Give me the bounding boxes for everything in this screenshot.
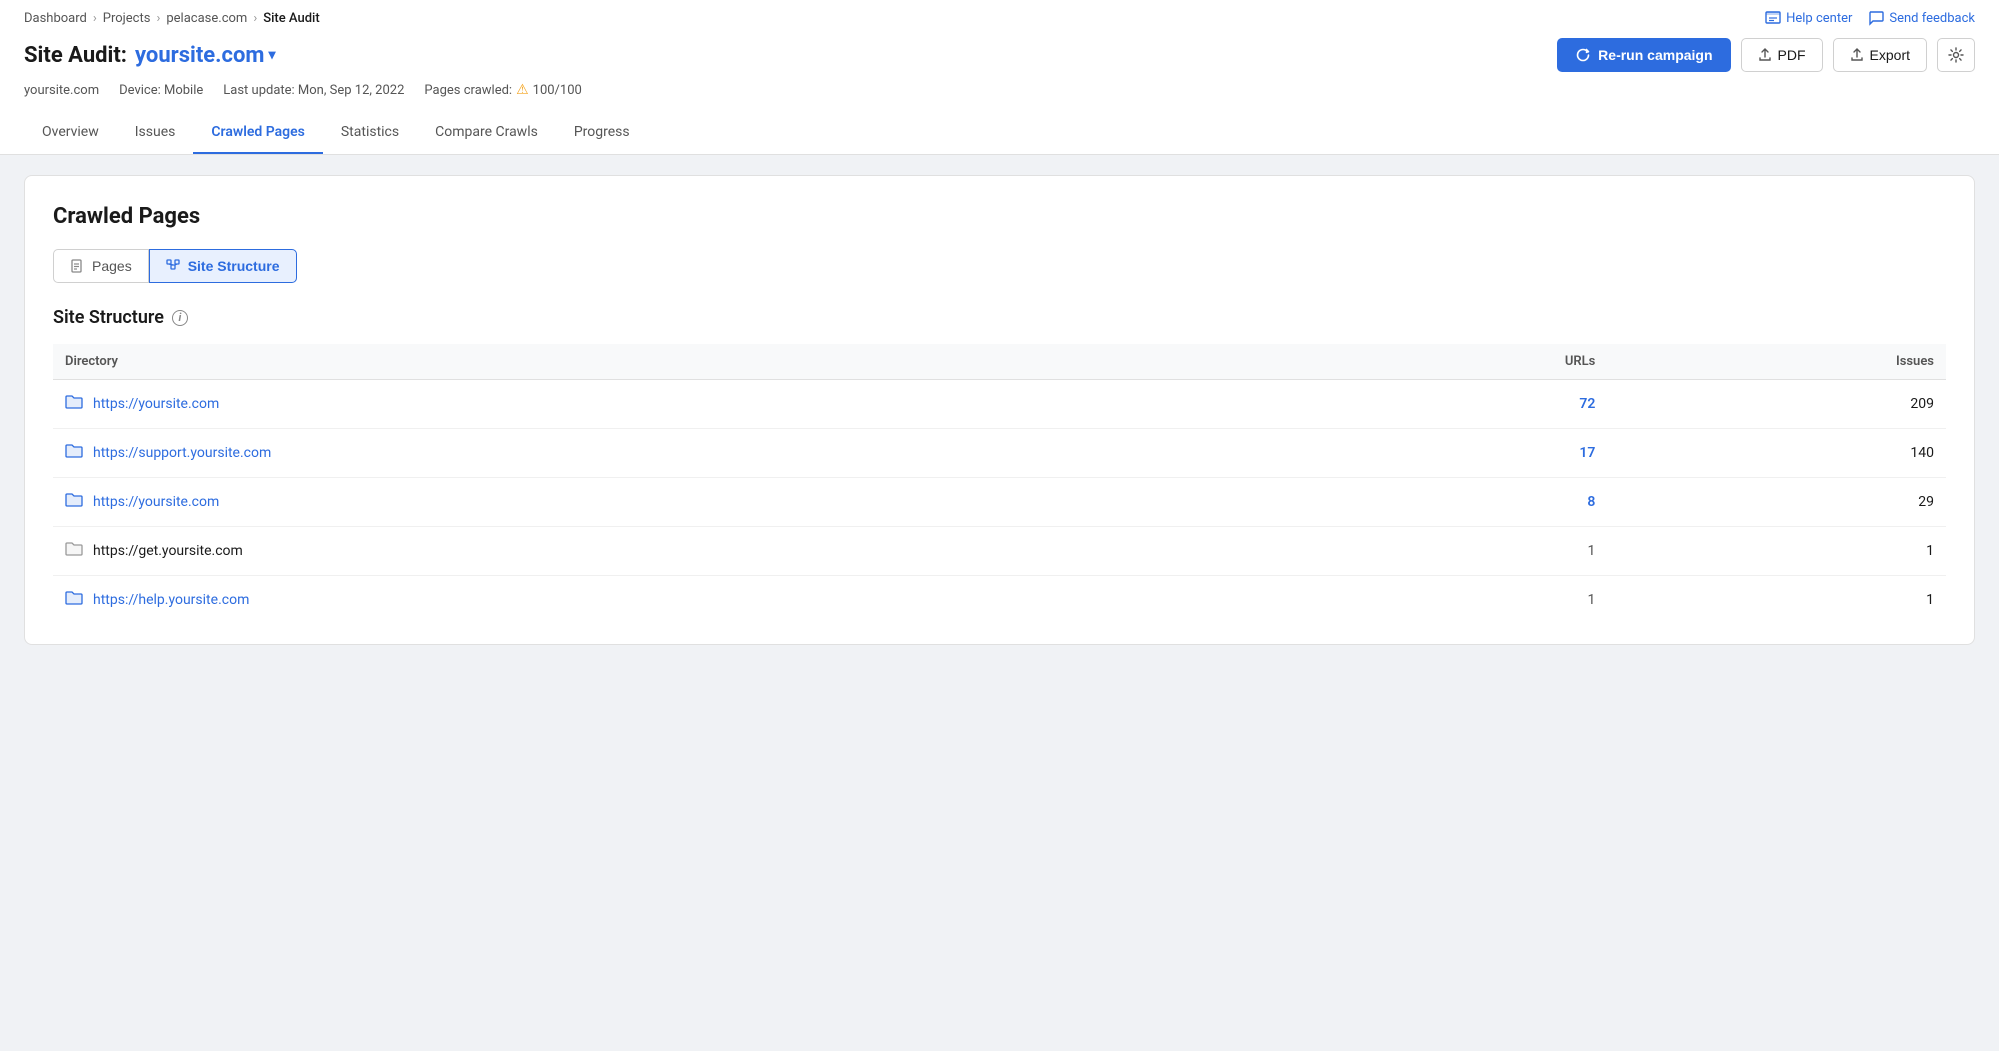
help-icon (1765, 10, 1781, 26)
issues-cell-4: 1 (1607, 576, 1946, 625)
directory-link-1[interactable]: https://support.yoursite.com (93, 445, 271, 461)
pdf-button[interactable]: PDF (1741, 38, 1823, 72)
directory-link-2[interactable]: https://yoursite.com (93, 494, 219, 510)
nav-tabs: Overview Issues Crawled Pages Statistics… (24, 112, 1975, 154)
export-icon (1850, 48, 1864, 62)
urls-cell-0[interactable]: 72 (1310, 380, 1608, 429)
info-icon[interactable]: i (172, 310, 188, 326)
dir-cell-0: https://yoursite.com (65, 394, 1298, 414)
breadcrumb-sep-2: › (156, 11, 160, 26)
breadcrumb: Dashboard › Projects › pelacase.com › Si… (24, 11, 320, 26)
directory-link-0[interactable]: https://yoursite.com (93, 396, 219, 412)
folder-icon (65, 492, 83, 512)
settings-button[interactable] (1937, 38, 1975, 72)
send-feedback-link[interactable]: Send feedback (1868, 10, 1975, 26)
urls-cell-3: 1 (1310, 527, 1608, 576)
issues-cell-0: 209 (1607, 380, 1946, 429)
tab-statistics[interactable]: Statistics (323, 112, 417, 154)
tab-crawled-pages[interactable]: Crawled Pages (193, 112, 322, 154)
site-structure-table: Directory URLs Issues https://yoursite.c… (53, 344, 1946, 624)
issues-cell-3: 1 (1607, 527, 1946, 576)
crawled-pages-card: Crawled Pages Pages (24, 175, 1975, 645)
breadcrumb-pelacase[interactable]: pelacase.com (166, 11, 247, 26)
tab-compare-crawls[interactable]: Compare Crawls (417, 112, 556, 154)
col-urls: URLs (1310, 344, 1608, 380)
breadcrumb-site-audit: Site Audit (263, 11, 319, 26)
breadcrumb-sep-3: › (253, 11, 257, 26)
meta-site: yoursite.com (24, 83, 99, 98)
tab-progress[interactable]: Progress (556, 112, 648, 154)
col-issues: Issues (1607, 344, 1946, 380)
folder-icon (65, 590, 83, 610)
feedback-icon (1868, 10, 1884, 26)
breadcrumb-dashboard[interactable]: Dashboard (24, 11, 87, 26)
tab-site-structure[interactable]: Site Structure (149, 249, 297, 283)
warning-icon: ⚠ (516, 82, 529, 98)
directory-link-3: https://get.yoursite.com (93, 543, 243, 559)
table-row: https://yoursite.com 829 (53, 478, 1946, 527)
meta-update: Last update: Mon, Sep 12, 2022 (223, 83, 404, 98)
directory-link-4[interactable]: https://help.yoursite.com (93, 592, 249, 608)
dir-cell-2: https://yoursite.com (65, 492, 1298, 512)
site-structure-icon (166, 259, 181, 274)
tab-pages[interactable]: Pages (53, 249, 149, 283)
page-title: Crawled Pages (53, 204, 1946, 229)
table-row: https://support.yoursite.com 17140 (53, 429, 1946, 478)
table-row: https://help.yoursite.com 11 (53, 576, 1946, 625)
meta-device: Device: Mobile (119, 83, 203, 98)
site-name-dropdown[interactable]: yoursite.com ▾ (135, 43, 276, 68)
site-audit-label: Site Audit: (24, 43, 127, 68)
tab-overview[interactable]: Overview (24, 112, 117, 154)
chevron-down-icon: ▾ (268, 47, 275, 63)
urls-cell-4: 1 (1310, 576, 1608, 625)
gear-icon (1948, 47, 1964, 63)
issues-cell-2: 29 (1607, 478, 1946, 527)
breadcrumb-sep-1: › (93, 11, 97, 26)
pages-icon (70, 259, 85, 274)
dir-cell-4: https://help.yoursite.com (65, 590, 1298, 610)
issues-cell-1: 140 (1607, 429, 1946, 478)
view-tabs: Pages Site Structure (53, 249, 1946, 283)
help-center-link[interactable]: Help center (1765, 10, 1852, 26)
urls-cell-1[interactable]: 17 (1310, 429, 1608, 478)
tab-issues[interactable]: Issues (117, 112, 194, 154)
meta-pages-crawled: Pages crawled: ⚠ 100/100 (424, 82, 581, 98)
urls-cell-2[interactable]: 8 (1310, 478, 1608, 527)
refresh-icon (1575, 47, 1591, 63)
section-title-text: Site Structure (53, 307, 164, 328)
folder-icon (65, 394, 83, 414)
dir-cell-1: https://support.yoursite.com (65, 443, 1298, 463)
rerun-campaign-button[interactable]: Re-run campaign (1557, 38, 1730, 72)
export-button[interactable]: Export (1833, 38, 1927, 72)
upload-icon (1758, 48, 1772, 62)
dir-cell-3: https://get.yoursite.com (65, 541, 1298, 561)
col-directory: Directory (53, 344, 1310, 380)
table-row: https://get.yoursite.com 11 (53, 527, 1946, 576)
table-row: https://yoursite.com 72209 (53, 380, 1946, 429)
breadcrumb-projects[interactable]: Projects (103, 11, 151, 26)
folder-icon (65, 443, 83, 463)
folder-icon (65, 541, 83, 561)
